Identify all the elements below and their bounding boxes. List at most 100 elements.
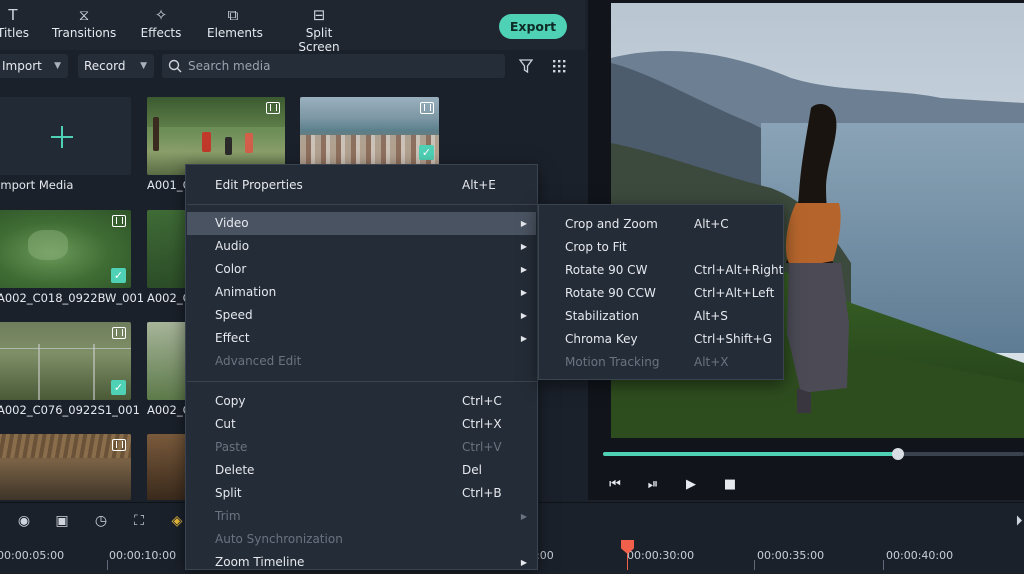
palette-icon[interactable]: ◉: [15, 512, 33, 530]
stop-icon[interactable]: ■: [721, 476, 739, 494]
import-media-tile[interactable]: [0, 97, 131, 175]
tab-elements-label: Elements: [207, 26, 263, 40]
menu-item-zoom-timeline[interactable]: Zoom Timeline ▶: [187, 551, 536, 574]
menu-item-cut[interactable]: Cut Ctrl+X: [187, 413, 536, 436]
record-dropdown[interactable]: Record ▼: [78, 54, 154, 78]
menu-separator: [187, 204, 538, 205]
submenu-item-shortcut: Alt+S: [694, 309, 728, 323]
menu-item-shortcut: Del: [462, 463, 482, 477]
submenu-item-label: Stabilization: [565, 309, 639, 323]
submenu-item-motion-tracking: Motion Tracking Alt+X: [539, 351, 783, 374]
tab-effects[interactable]: ✧ Effects: [140, 4, 182, 40]
chevron-right-icon: ▶: [520, 242, 527, 251]
timecode: 00:00:30:00: [627, 549, 695, 562]
submenu-item-rotate-ccw[interactable]: Rotate 90 CCW Ctrl+Alt+Left: [539, 282, 783, 305]
submenu-item-label: Crop to Fit: [565, 240, 627, 254]
menu-item-split[interactable]: Split Ctrl+B: [187, 482, 536, 505]
tab-transitions[interactable]: ⧖ Transitions: [52, 4, 116, 40]
tab-titles-label: Titles: [0, 26, 29, 40]
menu-item-shortcut: Ctrl+V: [462, 440, 502, 454]
progress-handle[interactable]: [892, 448, 904, 460]
search-input[interactable]: Search media: [162, 54, 505, 78]
submenu-item-stabilization[interactable]: Stabilization Alt+S: [539, 305, 783, 328]
export-button[interactable]: Export: [499, 14, 567, 39]
timecode: 00:00:35:00: [757, 549, 825, 562]
menu-item-label: Edit Properties: [215, 178, 303, 192]
submenu-item-chroma-key[interactable]: Chroma Key Ctrl+Shift+G: [539, 328, 783, 351]
media-thumbnail[interactable]: [147, 210, 187, 288]
tab-titles[interactable]: T Titles: [0, 4, 30, 40]
playhead-line: [627, 552, 628, 570]
menu-item-label: Audio: [215, 239, 250, 253]
media-caption: Import Media: [0, 178, 74, 192]
menu-item-color[interactable]: Color ▶: [187, 258, 536, 281]
import-label: Import: [2, 59, 42, 73]
previous-frame-icon[interactable]: ⏮: [606, 476, 624, 494]
chevron-right-icon: ▶: [520, 219, 527, 228]
media-thumbnail[interactable]: [147, 322, 187, 400]
crop-icon[interactable]: ⛶: [130, 512, 148, 530]
step-forward-icon[interactable]: ⏯: [644, 476, 662, 494]
menu-item-label: Cut: [215, 417, 236, 431]
menu-item-label: Trim: [215, 509, 241, 523]
menu-item-shortcut: Ctrl+C: [462, 394, 502, 408]
submenu-item-shortcut: Ctrl+Alt+Left: [694, 286, 775, 300]
grid-view-icon[interactable]: [552, 59, 566, 73]
menu-item-effect[interactable]: Effect ▶: [187, 327, 536, 350]
menu-item-shortcut: Ctrl+B: [462, 486, 502, 500]
tab-split-screen-label: Split Screen: [298, 26, 340, 54]
tab-transitions-label: Transitions: [52, 26, 117, 40]
filter-icon[interactable]: [519, 59, 533, 73]
menu-item-delete[interactable]: Delete Del: [187, 459, 536, 482]
chevron-right-icon: ▶: [520, 558, 527, 567]
render-icon[interactable]: ⏵: [1010, 512, 1024, 530]
chevron-right-icon: ▶: [520, 334, 527, 343]
ruler-tick: [107, 560, 108, 570]
split-screen-icon: ⊟: [312, 6, 326, 24]
menu-item-label: Split: [215, 486, 242, 500]
keyframe-icon[interactable]: ◈: [168, 512, 186, 530]
timer-icon[interactable]: ◷: [92, 512, 110, 530]
elements-icon: ⧉: [227, 6, 239, 24]
search-icon: [168, 59, 182, 73]
video-clip-icon: [112, 327, 126, 339]
import-dropdown[interactable]: Import ▼: [0, 54, 68, 78]
tab-elements[interactable]: ⧉ Elements: [207, 4, 263, 40]
media-thumbnail[interactable]: ✓: [300, 97, 439, 165]
menu-item-label: Effect: [215, 331, 250, 345]
effects-icon: ✧: [154, 6, 168, 24]
submenu-item-label: Crop and Zoom: [565, 217, 658, 231]
submenu-item-crop-to-fit[interactable]: Crop to Fit: [539, 236, 783, 259]
top-toolbar: T Titles ⧖ Transitions ✧ Effects ⧉ Eleme…: [0, 0, 585, 54]
checkmark-icon: ✓: [111, 268, 126, 283]
play-icon[interactable]: ▶: [682, 476, 700, 494]
media-thumbnail[interactable]: ✓: [0, 210, 131, 288]
menu-item-label: Delete: [215, 463, 255, 477]
media-thumbnail[interactable]: [147, 434, 187, 500]
submenu-item-shortcut: Alt+X: [694, 355, 729, 369]
menu-item-audio[interactable]: Audio ▶: [187, 235, 536, 258]
plus-icon: [51, 126, 73, 148]
submenu-item-shortcut: Ctrl+Alt+Right: [694, 263, 784, 277]
menu-item-edit-properties[interactable]: Edit Properties Alt+E: [187, 174, 536, 197]
menu-item-video[interactable]: Video ▶: [187, 212, 536, 235]
submenu-item-crop-and-zoom[interactable]: Crop and Zoom Alt+C: [539, 213, 783, 236]
timecode: 00:00:40:00: [886, 549, 954, 562]
menu-item-label: Advanced Edit: [215, 354, 302, 368]
media-thumbnail[interactable]: ✓: [0, 322, 131, 400]
timecode: 00:00:10:00: [109, 549, 177, 562]
menu-item-copy[interactable]: Copy Ctrl+C: [187, 390, 536, 413]
progress-fill: [603, 452, 898, 456]
monitor-icon[interactable]: ▣: [53, 512, 71, 530]
submenu-item-shortcut: Ctrl+Shift+G: [694, 332, 773, 346]
chevron-right-icon: ▶: [520, 512, 527, 521]
timecode: 00:00:05:00: [0, 549, 65, 562]
submenu-item-rotate-cw[interactable]: Rotate 90 CW Ctrl+Alt+Right: [539, 259, 783, 282]
menu-item-advanced-edit: Advanced Edit: [187, 350, 536, 373]
menu-item-animation[interactable]: Animation ▶: [187, 281, 536, 304]
tab-split-screen[interactable]: ⊟ Split Screen: [287, 4, 351, 54]
video-clip-icon: [266, 102, 280, 114]
menu-item-speed[interactable]: Speed ▶: [187, 304, 536, 327]
timecode: :00: [536, 549, 554, 562]
media-thumbnail[interactable]: [0, 434, 131, 500]
